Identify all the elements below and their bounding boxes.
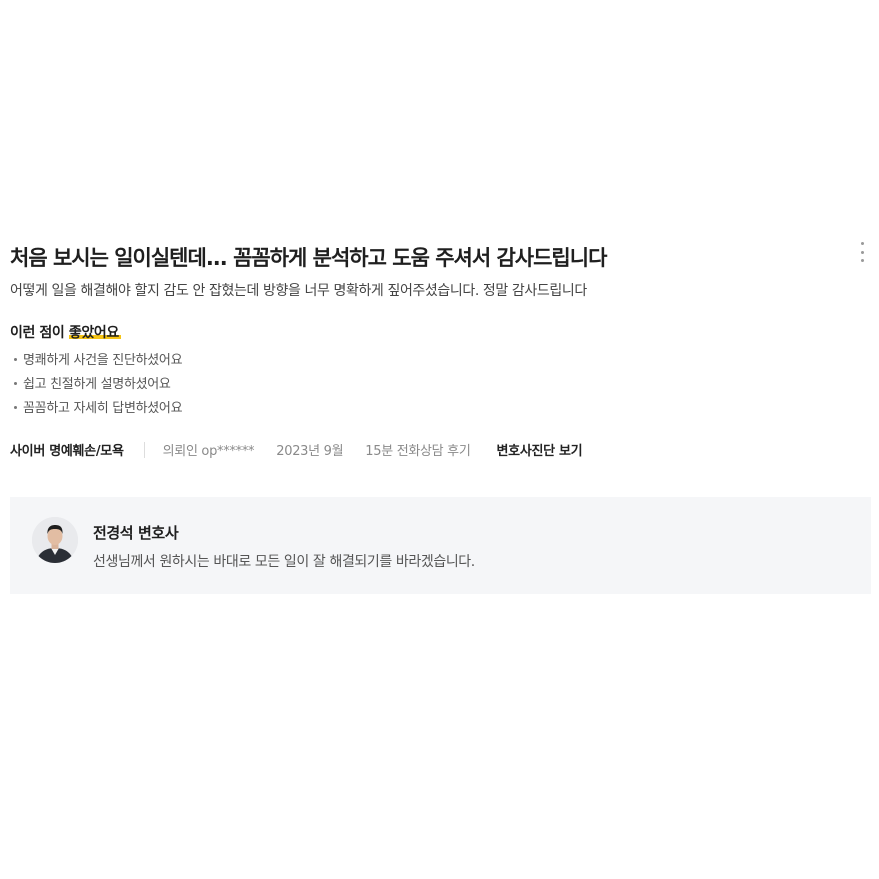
category-label: 사이버 명예훼손/모욕 (10, 444, 124, 459)
good-points-heading-prefix: 이런 점이 (10, 325, 69, 341)
reply-text: 선생님께서 원하시는 바대로 모든 일이 잘 해결되기를 바라겠습니다. (93, 554, 475, 570)
bullet-icon (14, 358, 17, 361)
bullet-icon (14, 382, 17, 385)
more-vertical-icon (860, 242, 864, 245)
lawyer-reply: 전경석 변호사 선생님께서 원하시는 바대로 모든 일이 잘 해결되기를 바라겠… (10, 497, 871, 594)
review-title: 처음 보시는 일이실텐데... 꼼꼼하게 분석하고 도움 주셔서 감사드립니다 (10, 246, 607, 270)
lawyer-avatar-icon (32, 517, 78, 563)
list-item: 꼼꼼하고 자세히 답변하셨어요 (14, 397, 183, 421)
client-id: 의뢰인 op****** (162, 444, 255, 459)
meta-divider (143, 441, 145, 458)
review-date: 2023년 9월 (276, 444, 344, 459)
more-dot (860, 259, 864, 262)
good-points-heading-highlight: 좋았어요 (68, 325, 121, 341)
good-point-text: 꼼꼼하고 자세히 답변하셨어요 (23, 401, 183, 416)
lawyer-name: 전경석 변호사 (93, 524, 179, 542)
avatar (32, 517, 78, 563)
review-body: 어떻게 일을 해결해야 할지 감도 안 잡혔는데 방향을 너무 명확하게 짚어주… (10, 283, 587, 299)
bullet-icon (14, 406, 17, 409)
good-points-list: 명쾌하게 사건을 진단하셨어요 쉽고 친절하게 설명하셨어요 꼼꼼하고 자세히 … (14, 349, 183, 421)
more-dot (860, 250, 864, 254)
list-item: 명쾌하게 사건을 진단하셨어요 (14, 349, 183, 373)
consult-type: 15분 전화상담 후기 (365, 444, 471, 459)
good-point-text: 명쾌하게 사건을 진단하셨어요 (23, 353, 183, 368)
good-point-text: 쉽고 친절하게 설명하셨어요 (23, 377, 171, 392)
review-meta: 사이버 명예훼손/모욕 의뢰인 op****** 2023년 9월 15분 전화… (10, 440, 583, 459)
good-points-heading: 이런 점이 좋았어요 (10, 322, 121, 342)
more-options-button[interactable] (852, 240, 872, 262)
view-diagnosis-link[interactable]: 변호사진단 보기 (497, 440, 583, 459)
list-item: 쉽고 친절하게 설명하셨어요 (14, 373, 182, 397)
